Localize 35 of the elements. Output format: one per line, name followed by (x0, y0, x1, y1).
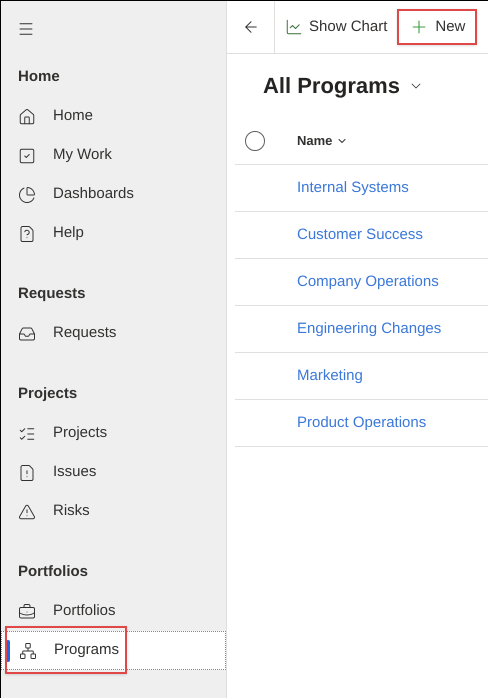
checkbox-icon (18, 146, 36, 164)
program-link[interactable]: Company Operations (297, 270, 439, 294)
help-document-icon (18, 224, 36, 242)
view-title: All Programs (263, 72, 400, 100)
toolbar-button[interactable]: New (397, 9, 478, 45)
program-link[interactable]: Internal Systems (297, 176, 409, 200)
section-heading: Projects (17, 384, 78, 404)
nav-item[interactable]: My Work (1, 136, 226, 175)
nav-item[interactable]: Dashboards (1, 175, 226, 214)
warning-icon (18, 502, 36, 520)
nav-item[interactable]: Portfolios (1, 592, 226, 631)
inbox-icon (18, 324, 36, 342)
toolbar-button[interactable]: Show Chart (275, 9, 398, 45)
section-heading: Requests (17, 284, 86, 304)
select-all-checkbox[interactable] (245, 130, 265, 150)
briefcase-icon (18, 602, 36, 620)
column-header[interactable]: Name (297, 130, 348, 150)
nav-item[interactable]: Issues (1, 453, 226, 492)
program-link[interactable]: Product Operations (297, 412, 426, 434)
nav-item[interactable]: Requests (1, 314, 226, 353)
program-link[interactable]: Customer Success (297, 224, 423, 246)
section-heading: Home (17, 66, 60, 87)
selection-indicator (6, 640, 10, 662)
pie-chart-icon (18, 186, 36, 204)
hierarchy-icon (19, 642, 37, 660)
nav-item[interactable]: Home (1, 97, 226, 136)
document-warning-icon (18, 464, 36, 482)
nav-item[interactable]: Help (1, 214, 226, 253)
nav-item[interactable]: Risks (1, 492, 226, 531)
program-link[interactable]: Marketing (297, 364, 363, 388)
home-icon (18, 108, 36, 126)
section-heading: Portfolios (17, 562, 88, 582)
chart-icon (285, 18, 303, 36)
program-link[interactable]: Engineering Changes (297, 318, 442, 340)
nav-item[interactable]: Projects (1, 414, 226, 453)
